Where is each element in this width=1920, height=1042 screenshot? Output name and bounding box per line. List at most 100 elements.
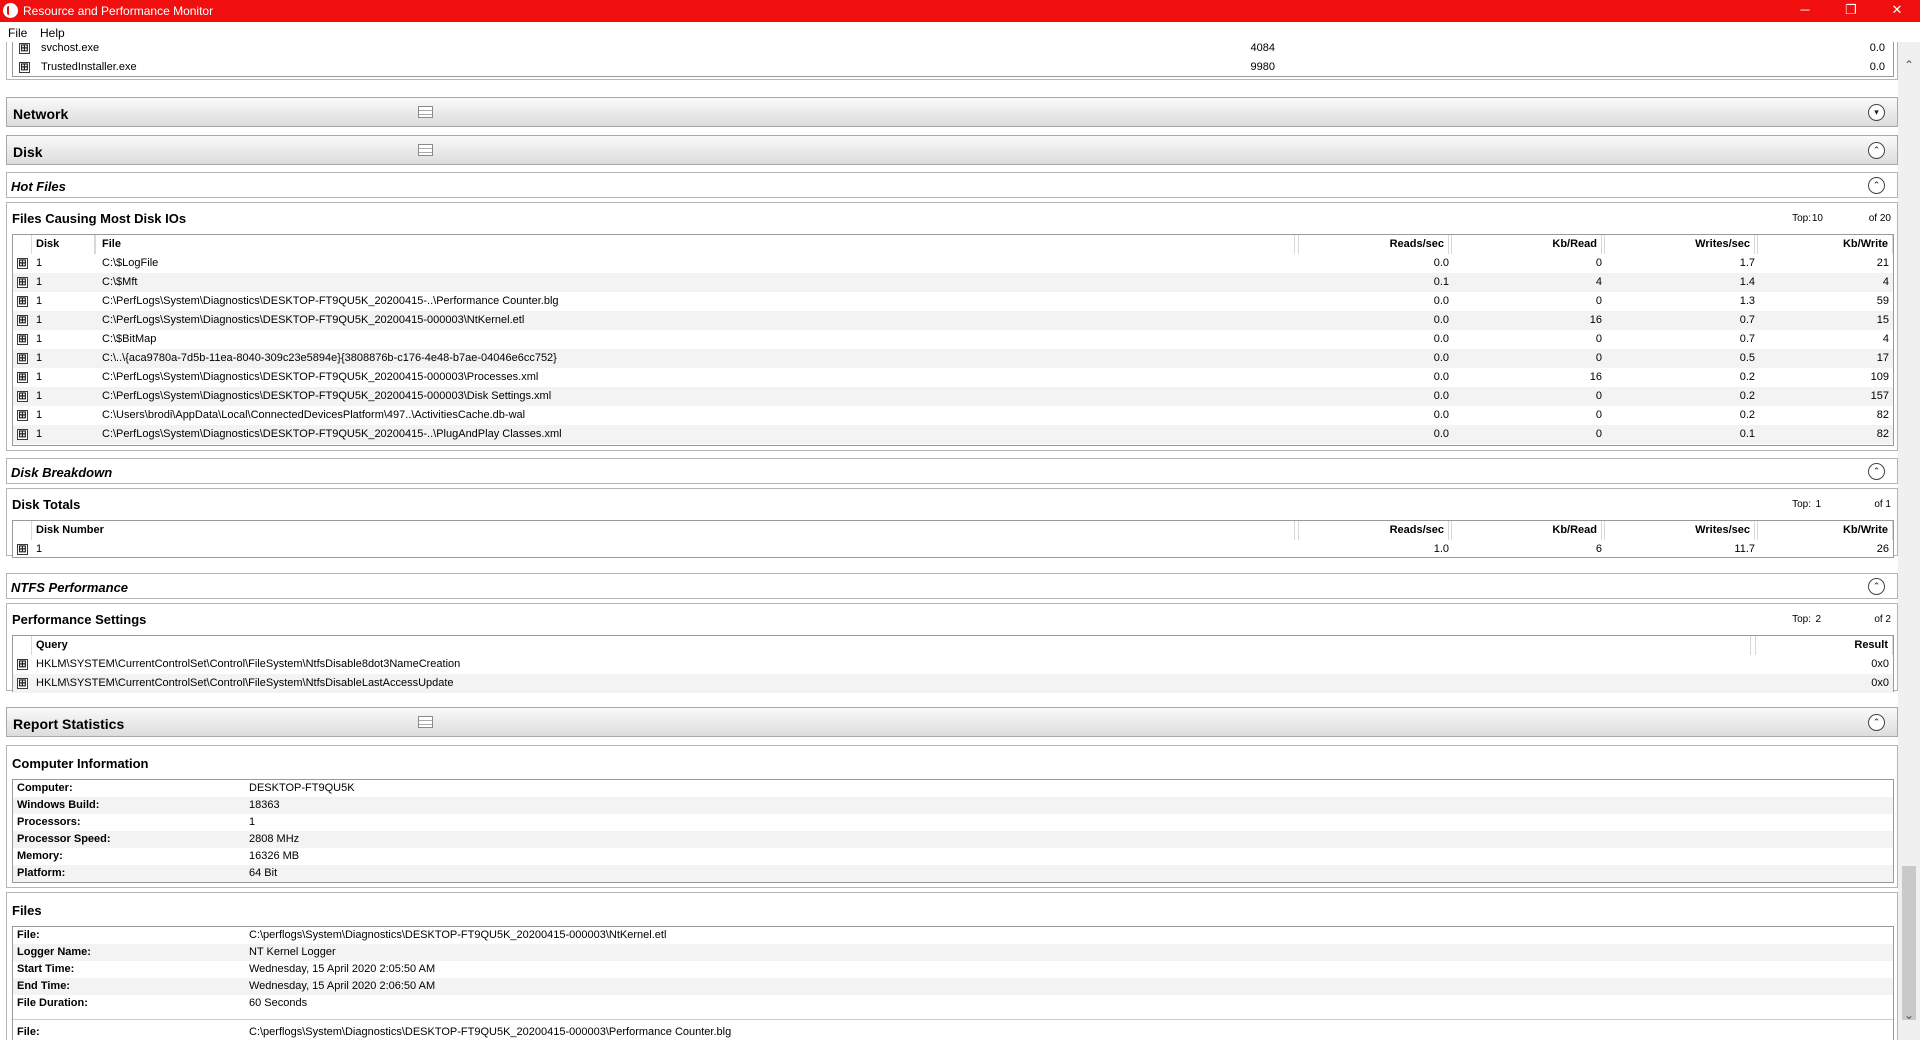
column-header-kbread[interactable]: Kb/Read — [1451, 235, 1602, 254]
expand-icon[interactable]: ⊞ — [17, 391, 28, 402]
cell-reads: 0.0 — [1433, 333, 1449, 345]
table-row[interactable]: ⊞ 1 C:\$LogFile 0.0 0 1.7 21 — [13, 254, 1893, 273]
column-header-kbwrite[interactable]: Kb/Write — [1757, 521, 1893, 540]
collapse-chevron-icon[interactable]: ⌃ — [1868, 714, 1885, 731]
top-value[interactable]: 1 — [1815, 499, 1821, 510]
maximize-button[interactable]: ❐ — [1828, 0, 1874, 22]
info-value: C:\perflogs\System\Diagnostics\DESKTOP-F… — [249, 929, 667, 941]
expand-icon[interactable]: ⊞ — [17, 334, 28, 345]
column-header-file[interactable]: File — [95, 235, 1295, 254]
column-header-writes[interactable]: Writes/sec — [1604, 235, 1755, 254]
top-value[interactable]: 10 — [1812, 213, 1823, 224]
close-button[interactable]: ✕ — [1874, 0, 1920, 22]
table-row[interactable]: ⊞ HKLM\SYSTEM\CurrentControlSet\Control\… — [13, 674, 1893, 693]
column-header-disk[interactable]: Disk — [31, 235, 95, 254]
info-key: Memory: — [17, 850, 63, 862]
collapse-chevron-icon[interactable]: ⌃ — [1868, 578, 1885, 595]
table-row[interactable]: ⊞ svchost.exe 4084 0.0 — [13, 42, 1893, 58]
section-disk[interactable]: Disk ⌃ — [6, 135, 1898, 165]
collapse-chevron-icon[interactable]: ⌃ — [1868, 177, 1885, 194]
column-header-result[interactable]: Result — [1755, 636, 1893, 655]
column-header-kbread[interactable]: Kb/Read — [1451, 521, 1602, 540]
table-icon[interactable] — [418, 106, 433, 118]
table-row[interactable]: ⊞ 1 C:\PerfLogs\System\Diagnostics\DESKT… — [13, 368, 1893, 387]
subsection-disk-breakdown[interactable]: Disk Breakdown ⌃ — [6, 458, 1898, 484]
cell-kbread: 0 — [1595, 257, 1602, 269]
table-row[interactable]: ⊞ 1 C:\..\{aca9780a-7d5b-11ea-8040-309c2… — [13, 349, 1893, 368]
column-header-query[interactable]: Query — [31, 636, 1751, 655]
column-header-reads[interactable]: Reads/sec — [1298, 235, 1449, 254]
cell-result: 0x0 — [1871, 677, 1889, 689]
table-row[interactable]: ⊞ 1 C:\$BitMap 0.0 0 0.7 4 — [13, 330, 1893, 349]
cell-kbread: 0 — [1595, 333, 1602, 345]
expand-icon[interactable]: ⊞ — [17, 258, 28, 269]
expand-icon[interactable]: ⊞ — [17, 659, 28, 670]
column-header-disk-number[interactable]: Disk Number — [31, 521, 1295, 540]
cell-kbwrite: 59 — [1876, 295, 1889, 307]
scroll-thumb[interactable] — [1902, 866, 1916, 1020]
table-row[interactable]: ⊞ 1 C:\Users\brodi\AppData\Local\Connect… — [13, 406, 1893, 425]
subsection-title: NTFS Performance — [11, 580, 129, 595]
cell-reads: 0.0 — [1433, 295, 1449, 307]
info-row: End Time: Wednesday, 15 April 2020 2:06:… — [13, 978, 1893, 995]
cell-disk: 1 — [36, 371, 43, 383]
top-label: Top: — [1792, 213, 1811, 224]
cell-kbread: 0 — [1595, 390, 1602, 402]
table-row[interactable]: ⊞ 1 C:\PerfLogs\System\Diagnostics\DESKT… — [13, 311, 1893, 330]
expand-icon[interactable]: ⊞ — [17, 372, 28, 383]
scroll-down-icon[interactable]: ⌄ — [1898, 1006, 1920, 1024]
expand-icon[interactable]: ⊞ — [17, 410, 28, 421]
expand-icon[interactable]: ⊞ — [17, 353, 28, 364]
section-network[interactable]: Network ▾ — [6, 97, 1898, 127]
table-row[interactable]: ⊞ TrustedInstaller.exe 9980 0.0 — [13, 58, 1893, 77]
info-value: Wednesday, 15 April 2020 2:05:50 AM — [249, 963, 436, 975]
section-report-statistics[interactable]: Report Statistics ⌃ — [6, 707, 1898, 737]
subsection-ntfs-performance[interactable]: NTFS Performance ⌃ — [6, 573, 1898, 599]
subsection-hot-files[interactable]: Hot Files ⌃ — [6, 172, 1898, 198]
table-row[interactable]: ⊞ 1 C:\$Mft 0.1 4 1.4 4 — [13, 273, 1893, 292]
of-count: of 20 — [1868, 213, 1891, 224]
expand-chevron-icon[interactable]: ▾ — [1868, 104, 1885, 121]
menu-file[interactable]: File — [8, 26, 27, 40]
vertical-scrollbar[interactable]: ⌃ ⌄ — [1898, 42, 1920, 1040]
cell-query: HKLM\SYSTEM\CurrentControlSet\Control\Fi… — [36, 677, 454, 689]
cell-result: 0x0 — [1871, 658, 1889, 670]
expand-icon[interactable]: ⊞ — [17, 544, 28, 555]
table-row[interactable]: ⊞ 1 C:\PerfLogs\System\Diagnostics\DESKT… — [13, 292, 1893, 311]
cell-query: HKLM\SYSTEM\CurrentControlSet\Control\Fi… — [36, 658, 461, 670]
column-header-kbwrite[interactable]: Kb/Write — [1757, 235, 1893, 254]
column-header-reads[interactable]: Reads/sec — [1298, 521, 1449, 540]
expand-icon[interactable]: ⊞ — [17, 315, 28, 326]
expand-icon[interactable]: ⊞ — [17, 277, 28, 288]
minimize-button[interactable]: ─ — [1782, 0, 1828, 22]
top-value[interactable]: 2 — [1815, 614, 1821, 625]
expand-icon[interactable]: ⊞ — [19, 62, 30, 73]
disk-totals-grid: Disk Number Reads/sec Kb/Read Writes/sec… — [12, 520, 1894, 558]
cell-writes: 11.7 — [1734, 543, 1755, 555]
table-title: Disk Totals — [12, 497, 81, 512]
scroll-up-icon[interactable]: ⌃ — [1898, 56, 1920, 74]
collapse-chevron-icon[interactable]: ⌃ — [1868, 142, 1885, 159]
table-icon[interactable] — [418, 716, 433, 728]
info-row: Processors: 1 — [13, 814, 1893, 831]
info-value: DESKTOP-FT9QU5K — [249, 782, 355, 794]
table-icon[interactable] — [418, 144, 433, 156]
info-row: Windows Build: 18363 — [13, 797, 1893, 814]
table-row[interactable]: ⊞ 1 C:\PerfLogs\System\Diagnostics\DESKT… — [13, 425, 1893, 444]
expand-icon[interactable]: ⊞ — [17, 678, 28, 689]
column-header-writes[interactable]: Writes/sec — [1604, 521, 1755, 540]
window-title: Resource and Performance Monitor — [23, 4, 214, 18]
collapse-chevron-icon[interactable]: ⌃ — [1868, 463, 1885, 480]
cell-disk: 1 — [36, 390, 43, 402]
table-row[interactable]: ⊞ HKLM\SYSTEM\CurrentControlSet\Control\… — [13, 655, 1893, 674]
expand-icon[interactable]: ⊞ — [19, 43, 30, 54]
table-row[interactable]: ⊞ 1 1.0 6 11.7 26 — [13, 540, 1893, 559]
computer-info-box: Computer Information Computer: DESKTOP-F… — [6, 745, 1898, 888]
menu-help[interactable]: Help — [40, 26, 65, 40]
cell-file: C:\$BitMap — [102, 333, 157, 345]
expand-icon[interactable]: ⊞ — [17, 429, 28, 440]
table-row[interactable]: ⊞ 1 C:\PerfLogs\System\Diagnostics\DESKT… — [13, 387, 1893, 406]
info-title: Computer Information — [12, 756, 149, 771]
expand-icon[interactable]: ⊞ — [17, 296, 28, 307]
section-title: Network — [13, 106, 69, 122]
